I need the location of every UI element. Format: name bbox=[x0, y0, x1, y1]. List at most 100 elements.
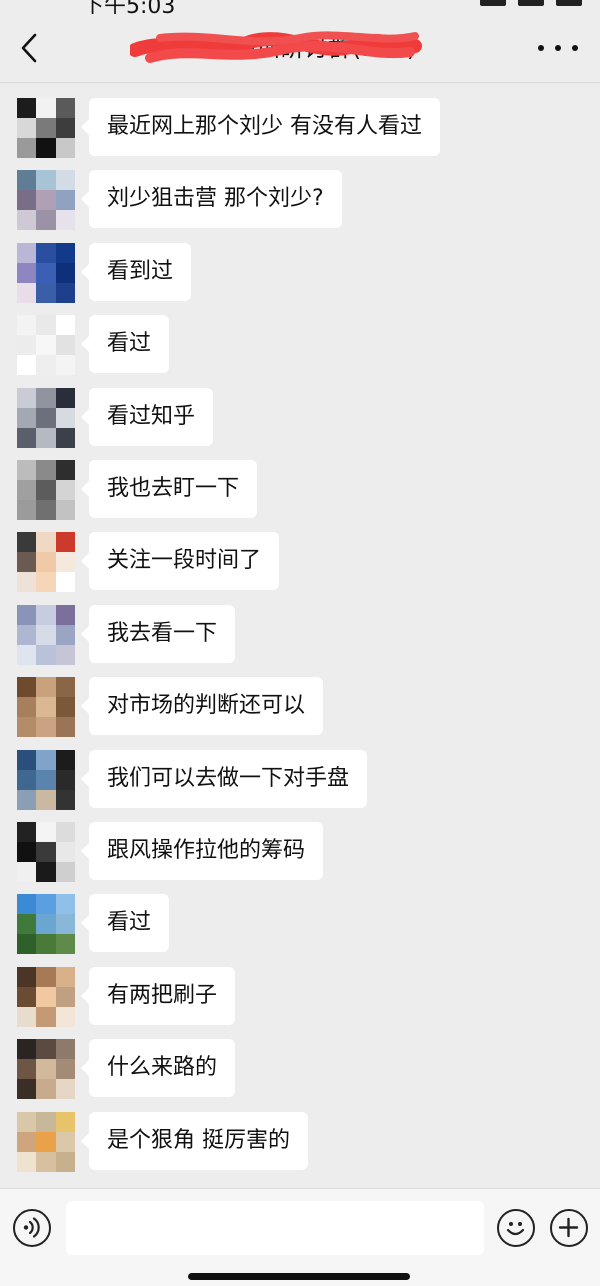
avatar-pixel bbox=[36, 210, 57, 231]
message-bubble[interactable]: 是个狠角 挺厉害的 bbox=[81, 1111, 308, 1170]
avatar-pixel bbox=[17, 427, 37, 448]
avatar[interactable] bbox=[17, 532, 75, 593]
avatar[interactable] bbox=[17, 387, 75, 448]
message-list[interactable]: 最近网上那个刘少 有没有人看过 刘少狙击营 那个刘少? 看到过 看过 看过知乎 我也去盯一… bbox=[0, 83, 600, 1188]
avatar[interactable] bbox=[17, 677, 75, 738]
message-bubble[interactable]: 看到过 bbox=[80, 242, 192, 301]
message-row: 关注一段时间了 bbox=[0, 532, 600, 593]
avatar-pixel bbox=[17, 355, 37, 376]
avatar-pixel bbox=[55, 460, 75, 481]
avatar[interactable] bbox=[17, 1039, 75, 1100]
avatar-pixel bbox=[55, 914, 75, 935]
input-bar bbox=[0, 1188, 600, 1286]
avatar[interactable] bbox=[17, 1111, 75, 1172]
emoji-icon bbox=[506, 1222, 525, 1236]
avatar[interactable] bbox=[17, 822, 75, 882]
message-bubble[interactable]: 看过 bbox=[80, 894, 170, 953]
message-bubble[interactable]: 看过知乎 bbox=[80, 387, 214, 446]
avatar-pixel bbox=[55, 677, 75, 698]
message-row: 看到过 bbox=[0, 242, 600, 303]
avatar[interactable] bbox=[17, 170, 75, 231]
message-bubble[interactable]: 关注一段时间了 bbox=[80, 532, 280, 591]
avatar[interactable] bbox=[17, 604, 75, 665]
back-button[interactable] bbox=[14, 28, 44, 68]
avatar-pixel bbox=[17, 1059, 37, 1080]
avatar-pixel bbox=[17, 822, 37, 843]
avatar-pixel bbox=[36, 862, 57, 882]
emoji-button[interactable] bbox=[497, 1209, 535, 1247]
avatar-pixel bbox=[55, 1151, 75, 1172]
message-row: 对市场的判断还可以 bbox=[0, 677, 600, 738]
avatar-pixel bbox=[36, 894, 57, 915]
avatar-pixel bbox=[55, 572, 75, 593]
avatar-pixel bbox=[17, 769, 37, 791]
avatar-pixel bbox=[55, 282, 75, 303]
avatar-pixel bbox=[55, 1006, 75, 1027]
avatar-pixel bbox=[17, 789, 37, 810]
avatar[interactable] bbox=[17, 460, 75, 520]
avatar-pixel bbox=[17, 1131, 37, 1153]
avatar-pixel bbox=[17, 717, 37, 738]
more-button[interactable] bbox=[538, 36, 578, 60]
message-bubble[interactable]: 跟风操作拉他的筹码 bbox=[80, 822, 324, 880]
avatar-pixel bbox=[55, 190, 75, 211]
message-bubble[interactable]: 什么来路的 bbox=[80, 1039, 236, 1098]
avatar-pixel bbox=[36, 1006, 57, 1027]
battery-icon bbox=[556, 0, 582, 6]
message-bubble[interactable]: 最近网上那个刘少 有没有人看过 bbox=[81, 98, 440, 156]
avatar-pixel bbox=[36, 355, 57, 376]
avatar[interactable] bbox=[17, 894, 75, 955]
avatar-pixel bbox=[36, 966, 57, 988]
message-row: 看过知乎 bbox=[0, 387, 600, 448]
more-dots-icon bbox=[555, 45, 561, 51]
message-row: 看过 bbox=[0, 894, 600, 955]
avatar-pixel bbox=[17, 1039, 37, 1060]
avatar[interactable] bbox=[17, 242, 75, 303]
message-bubble[interactable]: 有两把刷子 bbox=[80, 966, 236, 1025]
avatar-pixel bbox=[55, 138, 75, 158]
avatar-pixel bbox=[36, 604, 57, 626]
avatar-pixel bbox=[55, 355, 75, 376]
avatar-pixel bbox=[17, 118, 37, 139]
avatar[interactable] bbox=[17, 749, 75, 810]
message-input[interactable] bbox=[66, 1201, 484, 1255]
avatar-pixel bbox=[55, 842, 75, 863]
avatar-pixel bbox=[55, 407, 75, 429]
avatar-pixel bbox=[36, 769, 57, 791]
avatar-pixel bbox=[17, 335, 37, 356]
message-bubble[interactable]: 看过 bbox=[80, 315, 170, 374]
avatar-pixel bbox=[17, 862, 37, 882]
plus-button[interactable] bbox=[550, 1209, 588, 1247]
voice-button[interactable] bbox=[13, 1209, 51, 1247]
avatar-pixel bbox=[55, 986, 75, 1008]
avatar[interactable] bbox=[17, 98, 75, 158]
avatar-pixel bbox=[17, 986, 37, 1008]
avatar-pixel bbox=[36, 934, 57, 955]
avatar-pixel bbox=[17, 315, 37, 336]
message-bubble[interactable]: 我们可以去做一下对手盘 bbox=[80, 749, 368, 808]
avatar-pixel bbox=[55, 387, 75, 409]
avatar-pixel bbox=[17, 387, 37, 409]
avatar-pixel bbox=[55, 335, 75, 356]
avatar-pixel bbox=[17, 677, 37, 698]
avatar-pixel bbox=[55, 624, 75, 646]
avatar-pixel bbox=[55, 966, 75, 988]
red-scribble-redaction bbox=[130, 31, 422, 63]
avatar-pixel bbox=[55, 1079, 75, 1100]
message-bubble[interactable]: 刘少狙击营 那个刘少? bbox=[81, 170, 342, 229]
avatar-pixel bbox=[55, 480, 75, 501]
avatar-pixel bbox=[17, 934, 37, 955]
avatar[interactable] bbox=[17, 966, 75, 1027]
message-bubble[interactable]: 我去看一下 bbox=[80, 604, 236, 663]
chat-title-area[interactable]: 证券深圳研讨群(126) bbox=[130, 28, 470, 68]
voice-icon bbox=[23, 1217, 40, 1238]
avatar-pixel bbox=[17, 407, 37, 429]
avatar-pixel bbox=[17, 1151, 37, 1172]
message-bubble[interactable]: 我也去盯一下 bbox=[80, 460, 258, 518]
avatar-pixel bbox=[36, 532, 57, 553]
avatar-pixel bbox=[36, 387, 57, 409]
avatar-pixel bbox=[36, 1059, 57, 1080]
message-bubble[interactable]: 对市场的判断还可以 bbox=[80, 677, 324, 736]
avatar-pixel bbox=[36, 822, 57, 843]
avatar[interactable] bbox=[17, 315, 75, 376]
